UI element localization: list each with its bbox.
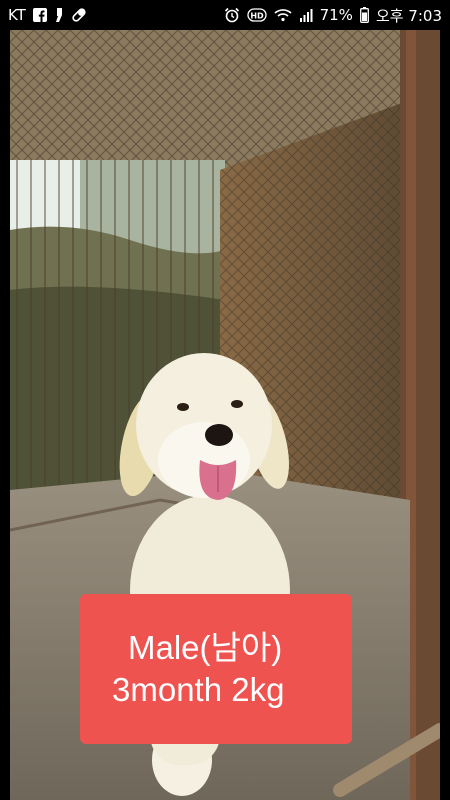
facebook-icon [32,8,47,22]
wifi-icon [274,8,292,22]
alarm-icon [224,7,240,23]
status-bar-left: KT [8,6,87,24]
caption-sex: Male(남아) [128,629,283,666]
status-bar: KT HD 71% 오후 7:03 [0,0,450,30]
caption-age-weight: 3month 2kg [112,671,285,708]
svg-text:HD: HD [250,12,264,21]
signal-icon [299,8,313,22]
status-bar-right: HD 71% 오후 7:03 [224,5,442,26]
caption-box: Male(남아) 3month 2kg [80,594,352,744]
pill-icon [71,7,87,23]
messenger-icon [54,7,64,23]
hd-icon: HD [246,8,267,22]
battery-icon [359,7,369,23]
carrier-label: KT [8,6,26,24]
clock: 오후 7:03 [375,6,442,25]
battery-percent: 71% [319,6,353,24]
